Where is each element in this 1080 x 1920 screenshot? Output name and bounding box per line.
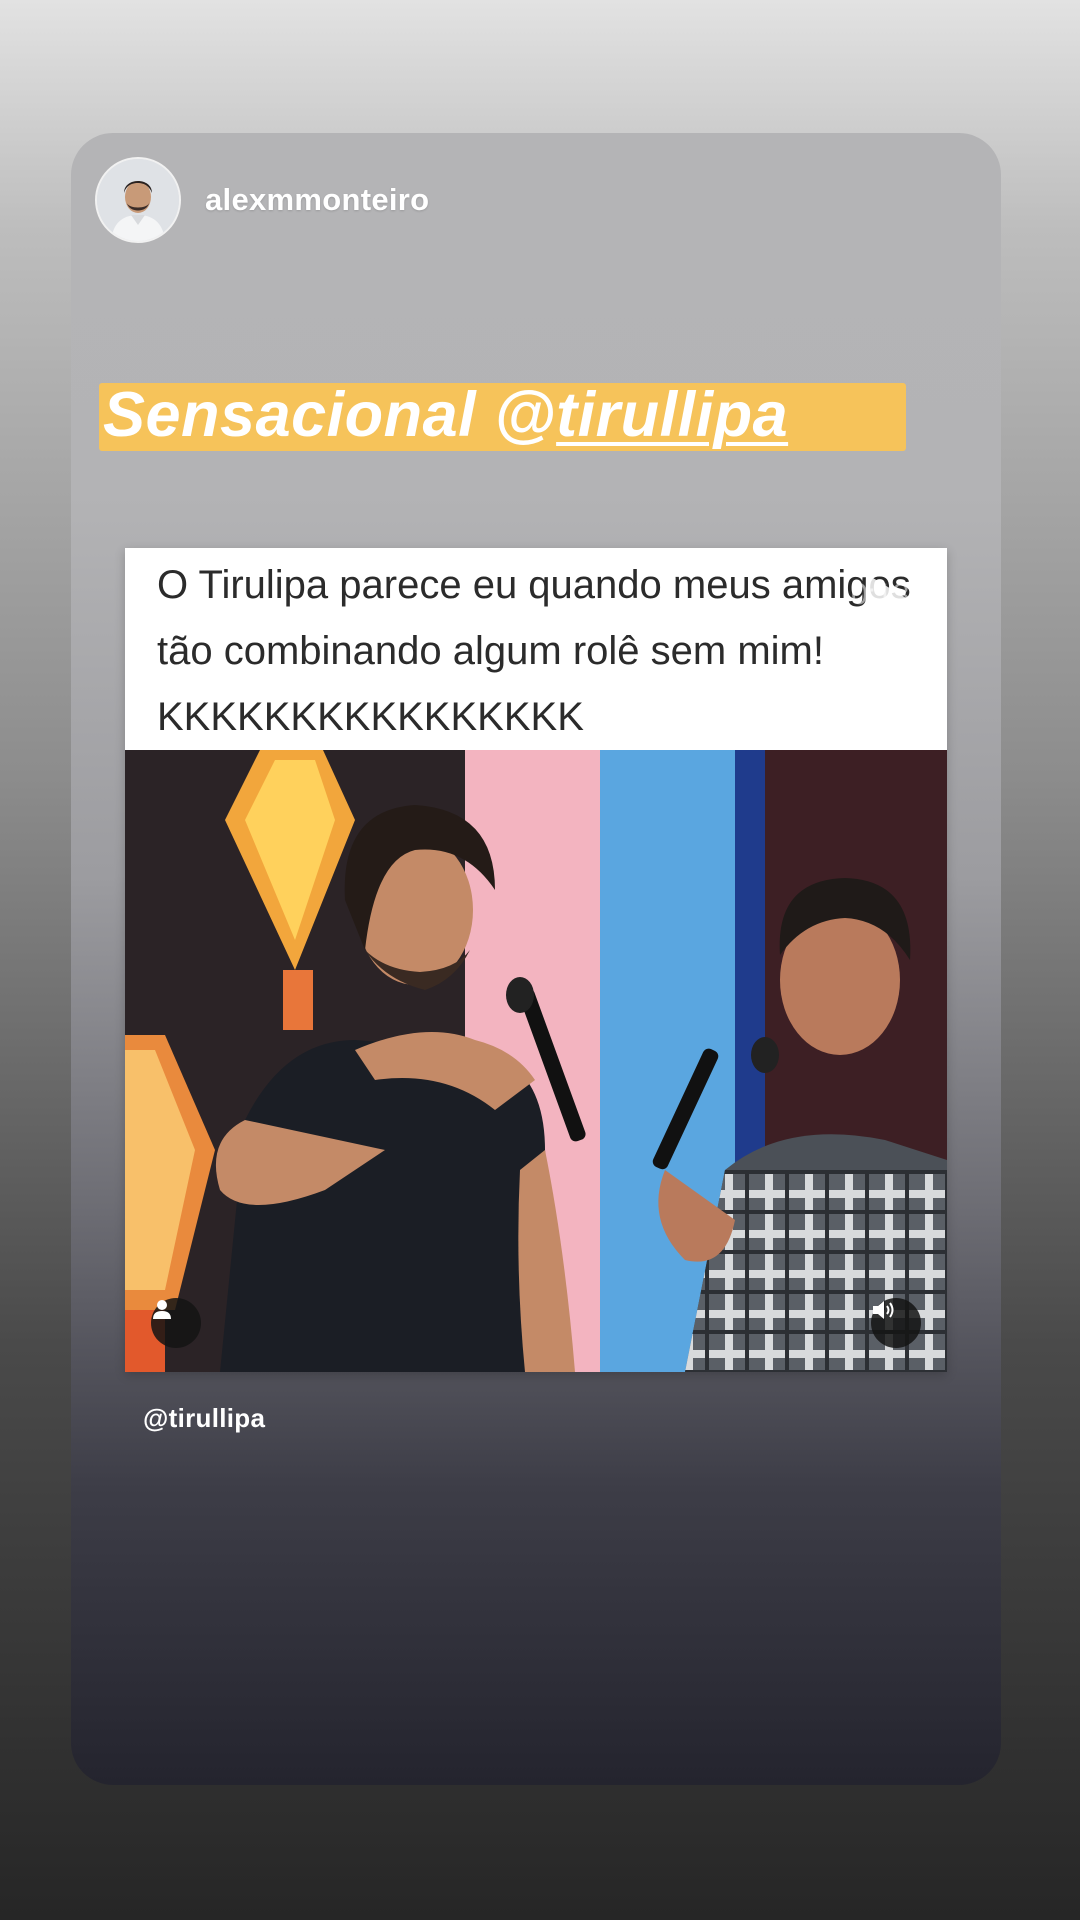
caption-mention[interactable]: tirullipa: [556, 380, 788, 450]
video-frame[interactable]: [125, 750, 947, 1372]
meme-text: O Tirulipa parece eu quando meus amigos …: [157, 563, 911, 739]
story-header: alexmmonteiro: [95, 157, 429, 243]
username[interactable]: alexmmonteiro: [205, 182, 429, 218]
story-card: alexmmonteiro Sensacional @tirullipa O T…: [71, 133, 1001, 1785]
story-caption: Sensacional @tirullipa: [103, 375, 788, 455]
user-tag-button[interactable]: [151, 1298, 201, 1348]
profile-photo-icon: [97, 159, 179, 241]
video-scene: [125, 750, 947, 1372]
speaker-icon: [873, 1301, 894, 1319]
user-icon: [153, 1300, 171, 1319]
shared-post[interactable]: O Tirulipa parece eu quando meus amigos …: [125, 548, 947, 1372]
mention-link[interactable]: @tirullipa: [143, 1403, 265, 1434]
avatar[interactable]: [95, 157, 181, 243]
caption-text: Sensacional @: [103, 380, 557, 450]
sound-button[interactable]: [871, 1298, 921, 1348]
play-icon[interactable]: 0:13: [851, 574, 921, 634]
